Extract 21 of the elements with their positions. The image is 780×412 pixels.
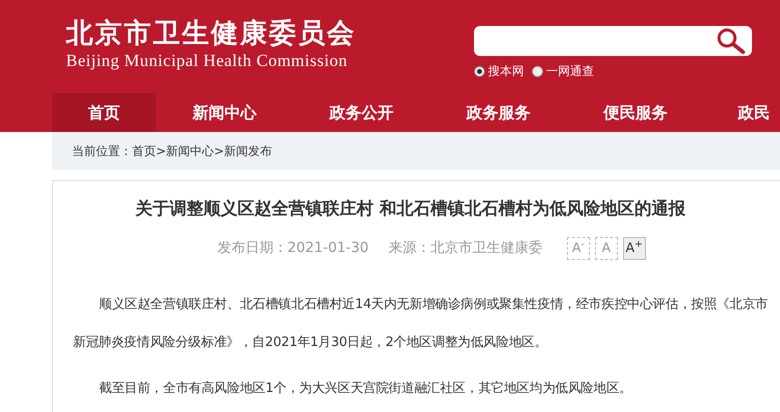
- nav-tab[interactable]: 政务服务: [430, 93, 567, 132]
- article-source: 来源：北京市卫生健康委: [388, 238, 543, 258]
- search-scope-label[interactable]: 搜本网: [488, 62, 524, 80]
- search-field[interactable]: [474, 26, 752, 56]
- article-paragraph: 顺义区赵全营镇联庄村、北石槽镇北石槽村近14天内无新增确诊病例或聚集性疫情，经市疾控中心评估，按照《北京市新冠肺炎疫情风险分级标准》，自2021年1月30日起，2个地区调整为低风险地区。: [73, 296, 769, 352]
- nav-tab[interactable]: 便民服务: [567, 93, 704, 132]
- publish-date: 发布日期：2021-01-30: [217, 238, 369, 258]
- site-title: 北京市卫生健康委员会: [66, 17, 356, 51]
- font-size-button[interactable]: A$^{+}$: [622, 236, 646, 260]
- breadcrumb: 当前位置：首页>新闻中心>新闻发布: [72, 143, 272, 160]
- nav-tab[interactable]: 新闻中心: [156, 93, 293, 132]
- radio-button[interactable]: [532, 66, 543, 76]
- search-icon[interactable]: [716, 28, 746, 54]
- radio-button[interactable]: [474, 66, 485, 76]
- article-title: 关于调整顺义区赵全营镇联庄村 和北石槽镇北石槽村为低风险地区的通报: [134, 198, 686, 221]
- site-subtitle: Beijing Municipal Health Commission: [66, 51, 348, 71]
- article-paragraph: 截至目前，全市有高风险地区1个，为大兴区天宫院街道融汇社区，其它地区均为低风险地区。: [98, 380, 633, 398]
- nav-tab[interactable]: 政民: [704, 93, 772, 132]
- search-scope-label[interactable]: 一网通查: [546, 62, 594, 80]
- nav-tab[interactable]: 首页: [52, 93, 156, 132]
- nav-tab[interactable]: 政务公开: [293, 93, 430, 132]
